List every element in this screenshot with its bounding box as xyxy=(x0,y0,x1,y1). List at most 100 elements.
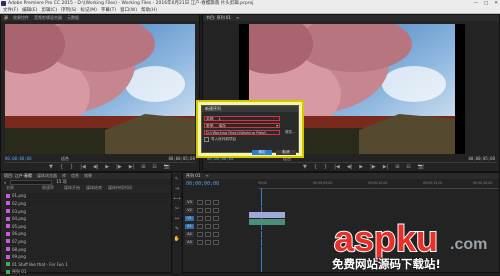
eye-icon[interactable] xyxy=(213,240,219,245)
tab-media-browser[interactable]: 媒体浏览器 xyxy=(37,173,57,179)
mark-in-icon[interactable]: { xyxy=(60,164,63,170)
project-item-row[interactable]: 01 Stuff like that - For Fun 1 xyxy=(1,261,171,269)
step-back-icon[interactable]: ◀| xyxy=(93,164,99,170)
sync-icon[interactable] xyxy=(205,240,211,245)
tab-effect-controls[interactable]: 效果控件 xyxy=(13,15,29,21)
timeline-panel-menu-icon[interactable]: ≡ xyxy=(205,173,208,179)
eye-icon[interactable] xyxy=(213,200,219,205)
source-video-frame[interactable] xyxy=(5,24,195,154)
track-header-v2[interactable]: V2 xyxy=(185,208,194,213)
column-media-start[interactable]: 媒体开始 xyxy=(64,185,86,191)
cancel-button[interactable]: 取消 xyxy=(276,150,296,155)
eye-icon[interactable] xyxy=(213,208,219,213)
lift-icon[interactable]: ⊞ xyxy=(395,164,399,170)
video-clip[interactable] xyxy=(249,212,285,218)
close-button[interactable]: ✕ xyxy=(494,0,498,7)
sync-icon[interactable] xyxy=(205,216,211,221)
go-to-in-icon[interactable]: |◀ xyxy=(334,164,340,170)
lock-icon[interactable] xyxy=(197,216,203,221)
track-select-icon[interactable]: ⇥ xyxy=(175,186,179,192)
menu-help[interactable]: 帮助(H) xyxy=(141,7,157,13)
project-item-row[interactable]: 06.png xyxy=(1,231,171,239)
project-item-row[interactable]: 04.png xyxy=(1,215,171,223)
go-to-out-icon[interactable]: ▶| xyxy=(383,164,389,170)
tab-effects[interactable]: 效果 xyxy=(84,173,92,179)
track-header-a3[interactable]: A3 xyxy=(185,240,194,245)
project-item-row[interactable]: 02.png xyxy=(1,200,171,208)
hand-tool-icon[interactable]: ✋ xyxy=(174,236,180,242)
step-forward-icon[interactable]: |▶ xyxy=(116,164,122,170)
timeline-ruler[interactable]: 00;00 00;00;05;00 00;00;10;00 00;00;15;0… xyxy=(258,180,498,189)
name-field[interactable]: 名称: 1 xyxy=(204,116,280,121)
path-field[interactable]: D:\(Working Files)\(Working Files)\ xyxy=(204,130,280,135)
selection-tool-icon[interactable]: ↖ xyxy=(175,176,179,182)
tab-sequence-01[interactable]: 序列 01 xyxy=(186,173,200,179)
project-item-row[interactable]: 01.png xyxy=(1,193,171,201)
menu-marker[interactable]: 标记(M) xyxy=(81,7,97,13)
lock-icon[interactable] xyxy=(197,232,203,237)
track-header-a1[interactable]: A1 xyxy=(185,224,194,229)
play-icon[interactable]: ▶ xyxy=(105,164,109,170)
eye-icon[interactable] xyxy=(213,224,219,229)
lock-icon[interactable] xyxy=(197,200,203,205)
type-select[interactable]: 类型: 保存 ▾ xyxy=(204,123,280,128)
project-item-row[interactable]: 07.png xyxy=(1,238,171,246)
ripple-edit-icon[interactable]: ⟷ xyxy=(173,196,180,202)
marker-icon[interactable]: ▼ xyxy=(303,164,307,170)
tab-project[interactable]: 项目: 江户-春樱 xyxy=(4,173,32,179)
export-frame-icon[interactable]: 📷 xyxy=(164,164,170,170)
step-forward-icon[interactable]: |▶ xyxy=(370,164,376,170)
track-header-v3[interactable]: V3 xyxy=(185,200,194,205)
import-checkbox[interactable] xyxy=(204,137,209,142)
eye-icon[interactable] xyxy=(213,216,219,221)
sync-icon[interactable] xyxy=(205,224,211,229)
menu-title[interactable]: 字幕(T) xyxy=(101,7,116,13)
export-frame-icon[interactable]: 📷 xyxy=(418,164,424,170)
insert-icon[interactable]: ⊞ xyxy=(141,164,145,170)
overwrite-icon[interactable]: ⊟ xyxy=(152,164,156,170)
lock-icon[interactable] xyxy=(197,224,203,229)
tab-metadata[interactable]: 元数据 xyxy=(67,15,79,21)
column-frame-rate[interactable]: 帧速率 xyxy=(42,185,64,191)
extract-icon[interactable]: ⊟ xyxy=(406,164,410,170)
minimize-button[interactable]: — xyxy=(473,0,478,7)
sync-icon[interactable] xyxy=(205,208,211,213)
tab-info[interactable]: 信息 xyxy=(71,173,79,179)
maximize-button[interactable]: □ xyxy=(484,0,488,7)
go-to-in-icon[interactable]: |◀ xyxy=(80,164,86,170)
program-panel-menu-icon[interactable]: ≡ xyxy=(236,15,239,21)
menu-clip[interactable]: 剪辑(C) xyxy=(41,7,57,13)
tab-source[interactable]: 源 xyxy=(4,15,8,21)
slip-tool-icon[interactable]: ↔ xyxy=(175,216,179,222)
project-item-row[interactable]: 03.png xyxy=(1,208,171,216)
go-to-out-icon[interactable]: ▶| xyxy=(129,164,135,170)
track-header-a2[interactable]: A2 xyxy=(185,232,194,237)
menu-window[interactable]: 窗口(W) xyxy=(120,7,137,13)
sync-icon[interactable] xyxy=(205,200,211,205)
menu-edit[interactable]: 编辑(E) xyxy=(22,7,37,13)
marker-icon[interactable]: ▼ xyxy=(49,164,53,170)
pen-tool-icon[interactable]: ✎ xyxy=(175,226,179,232)
audio-clip[interactable] xyxy=(249,219,285,225)
ok-button[interactable]: 确定 xyxy=(252,150,272,155)
eye-icon[interactable] xyxy=(213,232,219,237)
source-scrubber[interactable] xyxy=(5,162,195,163)
step-back-icon[interactable]: ◀| xyxy=(347,164,353,170)
column-name[interactable]: 名称 xyxy=(1,185,42,191)
mark-out-icon[interactable]: } xyxy=(324,164,327,170)
project-search-input[interactable] xyxy=(10,179,53,185)
mark-out-icon[interactable]: } xyxy=(70,164,73,170)
tab-audio-clip-mixer[interactable]: 音频剪辑混合器 xyxy=(34,15,62,21)
mark-in-icon[interactable]: { xyxy=(314,164,317,170)
project-item-row[interactable]: 序列 01 xyxy=(1,269,171,276)
track-header-v1[interactable]: V1 xyxy=(185,216,194,221)
lock-icon[interactable] xyxy=(197,240,203,245)
project-item-row[interactable]: 08.png xyxy=(1,246,171,254)
menu-sequence[interactable]: 序列(S) xyxy=(61,7,76,13)
menu-file[interactable]: 文件(F) xyxy=(3,7,18,13)
project-item-row[interactable]: 05.png xyxy=(1,223,171,231)
razor-tool-icon[interactable]: ✂ xyxy=(175,206,179,212)
column-media-duration[interactable]: 媒体持续时间 xyxy=(108,185,138,191)
play-icon[interactable]: ▶ xyxy=(359,164,363,170)
browse-button[interactable]: 浏览... xyxy=(283,130,297,135)
